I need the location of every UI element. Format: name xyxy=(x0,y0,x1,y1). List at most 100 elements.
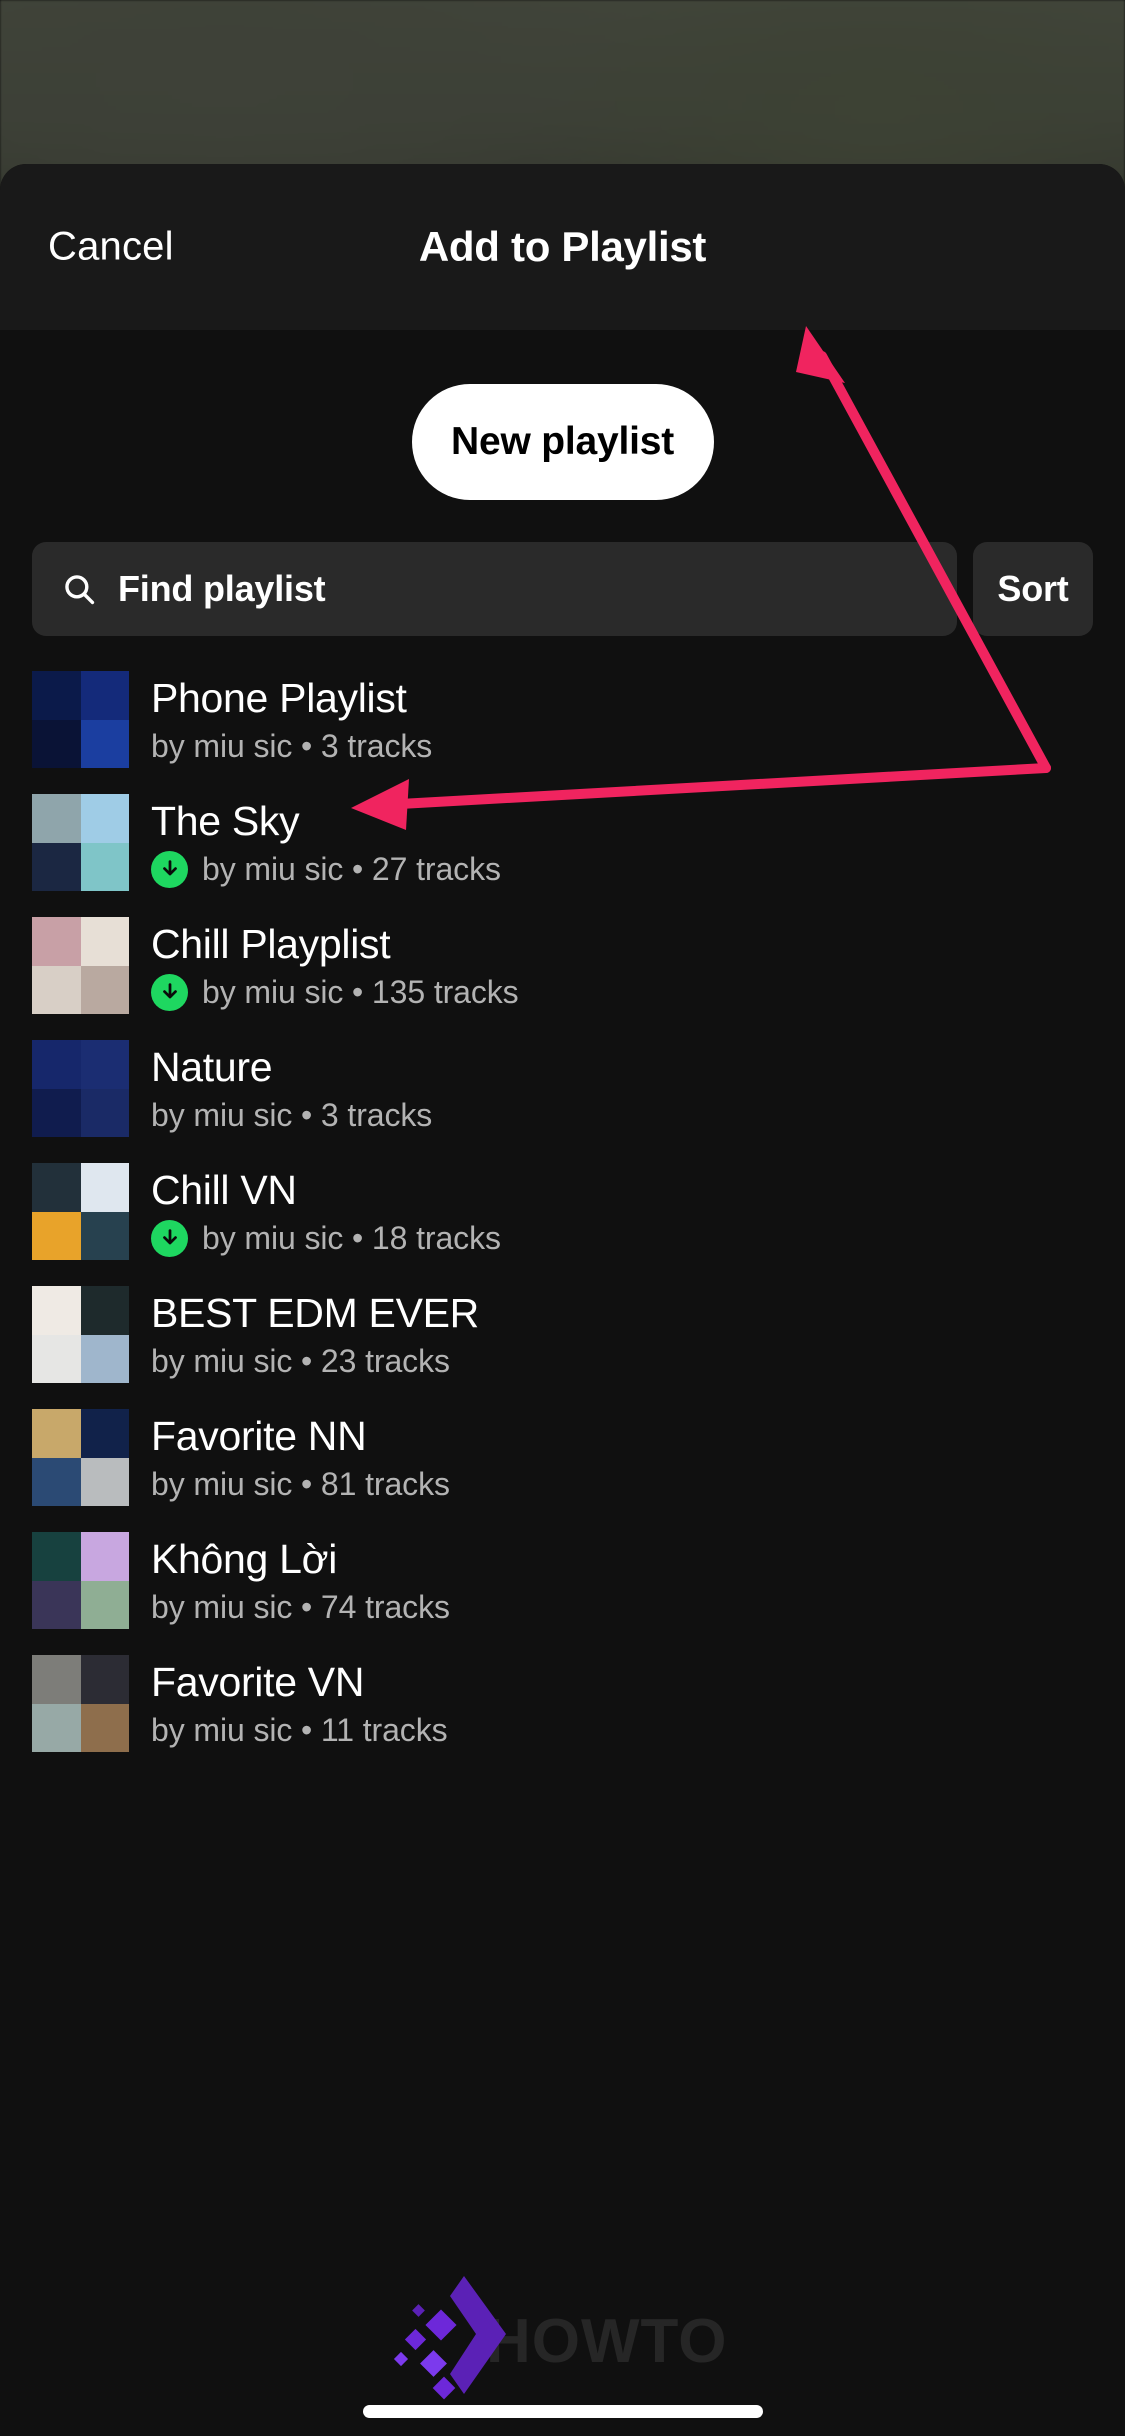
playlist-row[interactable]: BEST EDM EVER by miu sic • 23 tracks xyxy=(0,1273,1125,1396)
artwork-tile xyxy=(32,1580,81,1629)
artwork-tile xyxy=(32,1334,81,1383)
artwork-tile xyxy=(32,671,81,720)
playlist-text: Phone Playlist by miu sic • 3 tracks xyxy=(151,675,432,765)
playlist-subtitle: by miu sic • 18 tracks xyxy=(151,1219,501,1257)
sort-button[interactable]: Sort xyxy=(973,542,1093,636)
sheet-header: Cancel Add to Playlist xyxy=(0,164,1125,330)
playlist-title: BEST EDM EVER xyxy=(151,1289,479,1336)
add-to-playlist-sheet: Cancel Add to Playlist New playlist Find… xyxy=(0,164,1125,2436)
playlist-subtitle: by miu sic • 135 tracks xyxy=(151,973,519,1011)
artwork-tile xyxy=(80,1580,129,1629)
playlist-title: Chill VN xyxy=(151,1166,297,1213)
artwork-tile xyxy=(32,1532,81,1581)
download-icon xyxy=(151,973,188,1011)
playlist-text: Favorite NN by miu sic • 81 tracks xyxy=(151,1413,450,1503)
new-playlist-container: New playlist xyxy=(0,330,1125,500)
playlist-subtitle: by miu sic • 81 tracks xyxy=(151,1466,450,1503)
search-icon xyxy=(62,572,96,606)
playlist-row[interactable]: Không Lời by miu sic • 74 tracks xyxy=(0,1519,1125,1642)
playlist-title: Phone Playlist xyxy=(151,674,407,721)
artwork-tile xyxy=(80,1532,129,1581)
sheet-body: New playlist Find playlist Sort Phone Pl… xyxy=(0,330,1125,2436)
artwork-tile xyxy=(32,719,81,768)
search-input[interactable]: Find playlist xyxy=(32,542,957,636)
playlist-subtitle: by miu sic • 23 tracks xyxy=(151,1343,479,1380)
playlist-title: The Sky xyxy=(151,797,300,844)
artwork-tile xyxy=(80,719,129,768)
playlist-artwork xyxy=(32,1286,129,1383)
home-indicator[interactable] xyxy=(362,2405,763,2418)
artwork-tile xyxy=(32,965,81,1014)
playlist-row[interactable]: Nature by miu sic • 3 tracks xyxy=(0,1027,1125,1150)
artwork-tile xyxy=(80,794,129,843)
playlist-text: BEST EDM EVER by miu sic • 23 tracks xyxy=(151,1290,479,1380)
artwork-tile xyxy=(80,1088,129,1137)
artwork-tile xyxy=(32,1457,81,1506)
artwork-tile xyxy=(32,1286,81,1335)
artwork-tile xyxy=(32,1040,81,1089)
playlist-subtitle: by miu sic • 3 tracks xyxy=(151,728,432,765)
playlist-meta: by miu sic • 3 tracks xyxy=(151,1096,433,1133)
artwork-tile xyxy=(80,1409,129,1458)
download-icon xyxy=(151,850,188,888)
artwork-tile xyxy=(32,1088,81,1137)
playlist-title: Nature xyxy=(151,1043,273,1090)
playlist-title: Chill Playplist xyxy=(151,920,391,967)
search-placeholder-text: Find playlist xyxy=(118,568,326,609)
download-icon xyxy=(151,1219,188,1257)
artwork-tile xyxy=(80,842,129,891)
artwork-tile xyxy=(32,794,81,843)
playlist-list: Phone Playlist by miu sic • 3 tracks The S… xyxy=(0,636,1125,1765)
playlist-meta: by miu sic • 11 tracks xyxy=(151,1711,448,1748)
playlist-artwork xyxy=(32,1040,129,1137)
artwork-tile xyxy=(80,1286,129,1335)
artwork-tile xyxy=(80,1655,129,1704)
playlist-text: Chill Playplist by miu sic • 135 tracks xyxy=(151,921,519,1011)
playlist-subtitle: by miu sic • 27 tracks xyxy=(151,850,501,888)
playlist-meta: by miu sic • 74 tracks xyxy=(151,1588,450,1625)
artwork-tile xyxy=(80,1703,129,1752)
artwork-tile xyxy=(80,1457,129,1506)
playlist-row[interactable]: Chill VN by miu sic • 18 tracks xyxy=(0,1150,1125,1273)
playlist-row[interactable]: The Sky by miu sic • 27 tracks xyxy=(0,781,1125,904)
playlist-meta: by miu sic • 23 tracks xyxy=(151,1342,450,1379)
playlist-meta: by miu sic • 27 tracks xyxy=(202,850,501,887)
artwork-tile xyxy=(80,1334,129,1383)
playlist-text: Chill VN by miu sic • 18 tracks xyxy=(151,1167,501,1257)
artwork-tile xyxy=(80,917,129,966)
playlist-artwork xyxy=(32,794,129,891)
playlist-text: Nature by miu sic • 3 tracks xyxy=(151,1044,432,1134)
artwork-tile xyxy=(32,1163,81,1212)
playlist-row[interactable]: Favorite VN by miu sic • 11 tracks xyxy=(0,1642,1125,1765)
playlist-row[interactable]: Chill Playplist by miu sic • 135 tracks xyxy=(0,904,1125,1027)
playlist-subtitle: by miu sic • 11 tracks xyxy=(151,1712,448,1749)
playlist-row[interactable]: Favorite NN by miu sic • 81 tracks xyxy=(0,1396,1125,1519)
playlist-subtitle: by miu sic • 74 tracks xyxy=(151,1589,450,1626)
playlist-text: Không Lời by miu sic • 74 tracks xyxy=(151,1536,450,1626)
search-and-sort-row: Find playlist Sort xyxy=(0,500,1125,636)
artwork-tile xyxy=(80,1040,129,1089)
playlist-meta: by miu sic • 18 tracks xyxy=(202,1219,501,1256)
artwork-tile xyxy=(80,1163,129,1212)
playlist-row[interactable]: Phone Playlist by miu sic • 3 tracks xyxy=(0,658,1125,781)
playlist-title: Favorite VN xyxy=(151,1658,365,1705)
playlist-meta: by miu sic • 3 tracks xyxy=(151,727,433,764)
playlist-artwork xyxy=(32,1655,129,1752)
playlist-meta: by miu sic • 135 tracks xyxy=(202,973,519,1010)
artwork-tile xyxy=(32,917,81,966)
page-title: Add to Playlist xyxy=(418,223,707,270)
playlist-meta: by miu sic • 81 tracks xyxy=(151,1465,450,1502)
playlist-subtitle: by miu sic • 3 tracks xyxy=(151,1097,432,1134)
playlist-title: Favorite NN xyxy=(151,1412,367,1459)
playlist-title: Không Lời xyxy=(151,1535,338,1582)
artwork-tile xyxy=(32,842,81,891)
playlist-artwork xyxy=(32,1532,129,1629)
artwork-tile xyxy=(80,671,129,720)
playlist-text: The Sky by miu sic • 27 tracks xyxy=(151,798,501,888)
artwork-tile xyxy=(80,1211,129,1260)
artwork-tile xyxy=(32,1211,81,1260)
artwork-tile xyxy=(32,1409,81,1458)
artwork-tile xyxy=(32,1703,81,1752)
artwork-tile xyxy=(80,965,129,1014)
new-playlist-button[interactable]: New playlist xyxy=(411,384,714,500)
